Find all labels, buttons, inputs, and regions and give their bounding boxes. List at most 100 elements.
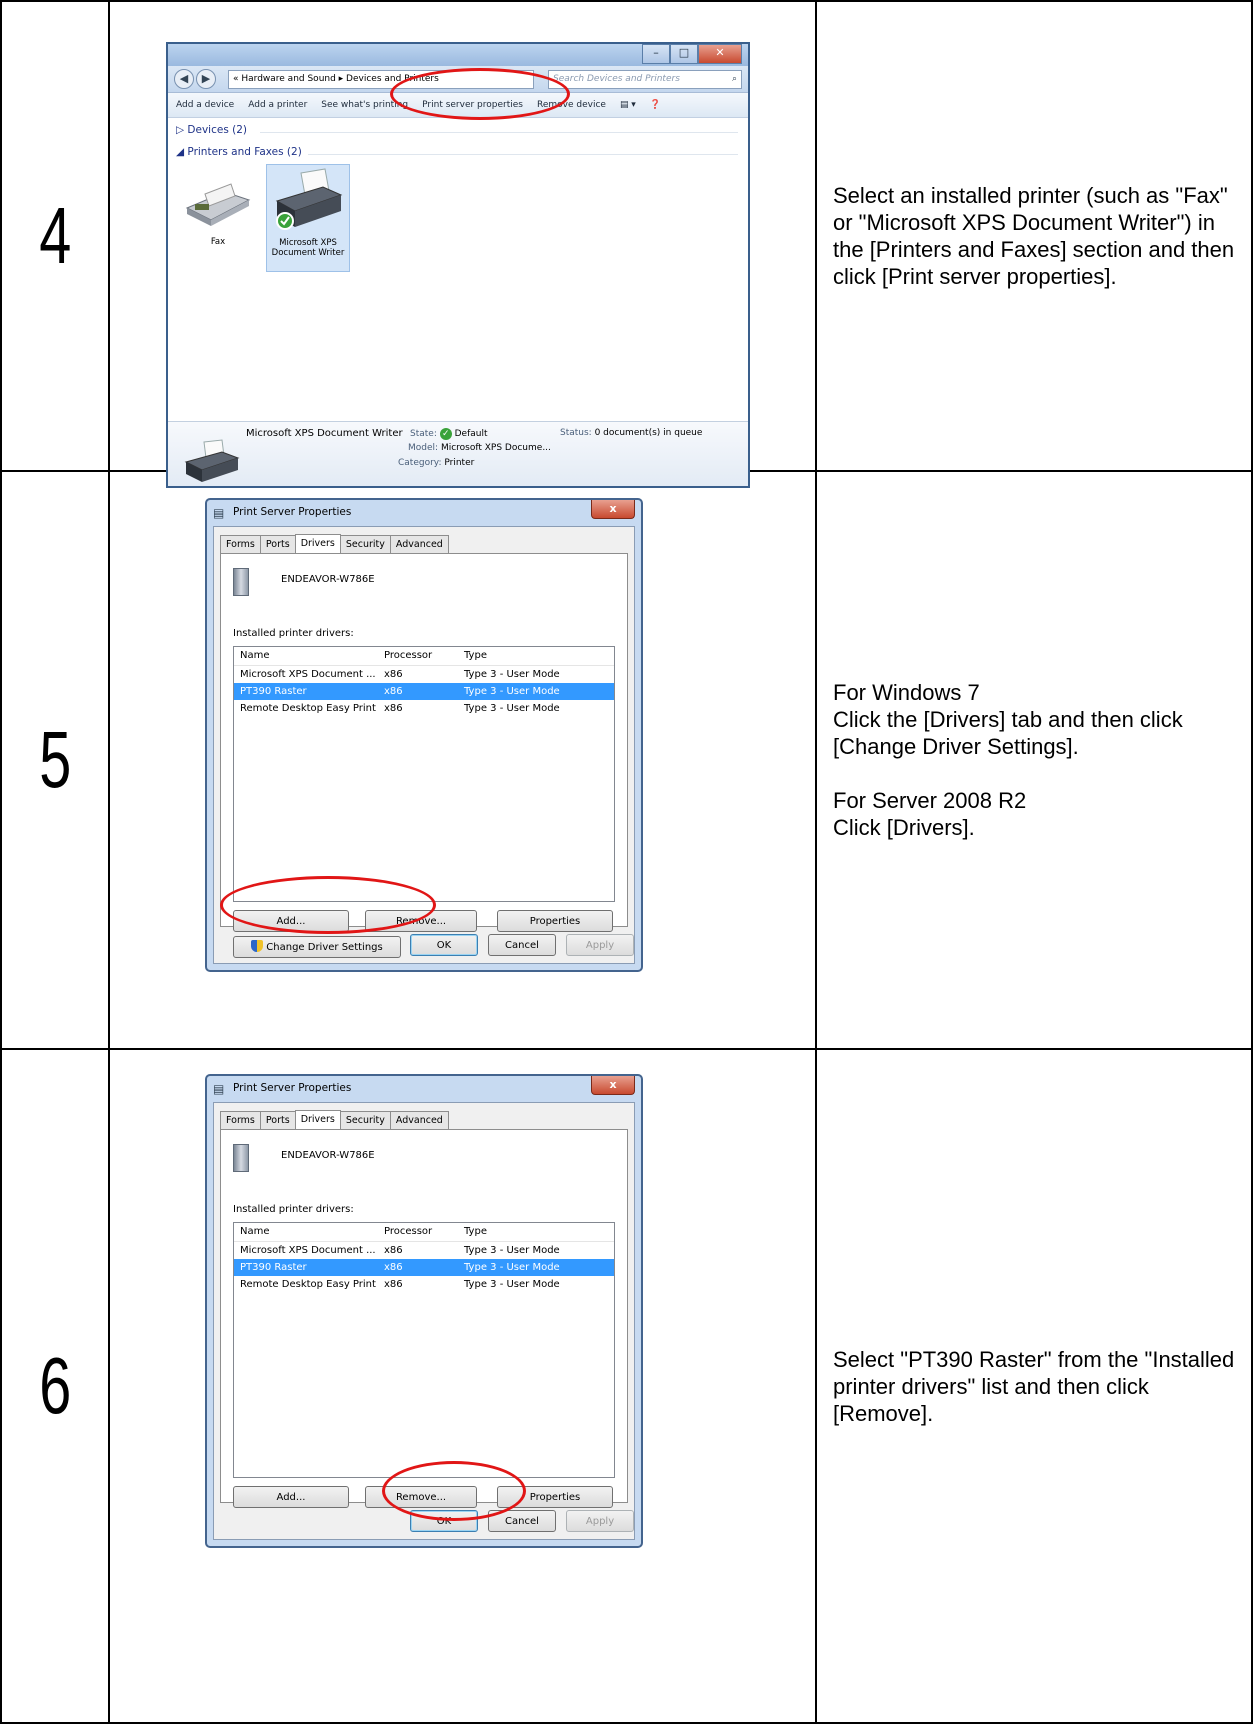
close-button[interactable]: ✕ — [698, 44, 742, 64]
driver-name: PT390 Raster — [240, 1262, 307, 1273]
drivers-list[interactable]: Name Processor Type Microsoft XPS Docume… — [233, 1222, 615, 1478]
help-icon[interactable]: ❓ — [650, 100, 661, 110]
printer-icon: ▤ — [213, 506, 225, 520]
highlight-circle — [220, 876, 436, 934]
add-printer-command[interactable]: Add a printer — [248, 100, 307, 110]
category-value: Printer — [444, 458, 475, 468]
description-text: Select an installed printer (such as "Fa… — [833, 183, 1235, 289]
tab-advanced[interactable]: Advanced — [389, 1111, 449, 1129]
tab-advanced[interactable]: Advanced — [389, 535, 449, 553]
uac-shield-icon — [251, 940, 264, 952]
driver-type: Type 3 - User Mode — [464, 669, 560, 680]
step-number: 4 — [38, 191, 72, 280]
printer-icon: ▤ — [213, 1082, 225, 1096]
state-value: Default — [454, 429, 488, 439]
cancel-button[interactable]: Cancel — [488, 934, 556, 956]
list-header: Name Processor Type — [234, 647, 614, 666]
printers-group-header[interactable]: ◢ Printers and Faxes (2) — [176, 146, 302, 158]
maximize-button[interactable]: □ — [670, 44, 698, 64]
model-value: Microsoft XPS Docume... — [440, 443, 551, 453]
apply-button[interactable]: Apply — [566, 1510, 634, 1532]
add-device-command[interactable]: Add a device — [176, 100, 234, 110]
tab-drivers[interactable]: Drivers — [294, 1110, 341, 1130]
close-button[interactable]: x — [591, 1076, 635, 1095]
tab-drivers[interactable]: Drivers — [294, 534, 341, 554]
column-header-type[interactable]: Type — [464, 650, 487, 661]
driver-type: Type 3 - User Mode — [464, 1279, 560, 1290]
driver-name: Microsoft XPS Document ... — [240, 669, 376, 680]
driver-name: Microsoft XPS Document ... — [240, 1245, 376, 1256]
change-driver-settings-button[interactable]: Change Driver Settings — [233, 936, 401, 958]
step-description: Select "PT390 Raster" from the "Installe… — [815, 1048, 1253, 1724]
tab-security[interactable]: Security — [339, 535, 391, 553]
tab-strip: Forms Ports Drivers Security Advanced — [220, 533, 449, 554]
ok-button[interactable]: OK — [410, 934, 478, 956]
screenshot-cell: ▤ Print Server Properties x Forms Ports … — [108, 470, 817, 1050]
tab-security[interactable]: Security — [339, 1111, 391, 1129]
description-gap — [833, 760, 1237, 787]
printer-xps[interactable]: Microsoft XPS Document Writer — [266, 164, 350, 272]
list-item[interactable]: PT390 Raster x86 Type 3 - User Mode — [234, 683, 614, 700]
driver-name: Remote Desktop Easy Print — [240, 703, 376, 714]
list-item[interactable]: Microsoft XPS Document ... x86 Type 3 - … — [234, 666, 614, 683]
drivers-tab-panel: ENDEAVOR-W786E Installed printer drivers… — [220, 1129, 628, 1508]
column-header-processor[interactable]: Processor — [384, 1226, 432, 1237]
step-number: 5 — [38, 715, 72, 804]
column-header-name[interactable]: Name — [240, 650, 270, 661]
screenshot-cell: ▤ Print Server Properties x Forms Ports … — [108, 1048, 817, 1724]
driver-type: Type 3 - User Mode — [464, 703, 560, 714]
driver-type: Type 3 - User Mode — [464, 686, 560, 697]
apply-button[interactable]: Apply — [566, 934, 634, 956]
search-icon: ⌕ — [731, 74, 737, 84]
close-button[interactable]: x — [591, 500, 635, 519]
category-label: Category: — [398, 458, 442, 468]
forward-arrow-icon[interactable]: ▶ — [196, 69, 216, 89]
printer-fax-label: Fax — [210, 237, 226, 247]
fax-icon — [185, 183, 251, 226]
devices-group-header[interactable]: ▷ Devices (2) — [176, 124, 247, 136]
add-button[interactable]: Add... — [233, 1486, 349, 1508]
printer-icon — [275, 168, 343, 230]
driver-processor: x86 — [384, 703, 403, 714]
divider — [308, 154, 738, 155]
title-bar: – □ ✕ — [168, 44, 748, 66]
tab-forms[interactable]: Forms — [220, 535, 261, 553]
tab-forms[interactable]: Forms — [220, 1111, 261, 1129]
list-item[interactable]: Microsoft XPS Document ... x86 Type 3 - … — [234, 1242, 614, 1259]
list-item[interactable]: Remote Desktop Easy Print x86 Type 3 - U… — [234, 1276, 614, 1293]
search-input[interactable]: Search Devices and Printers ⌕ — [548, 70, 742, 89]
drivers-list[interactable]: Name Processor Type Microsoft XPS Docume… — [233, 646, 615, 902]
search-placeholder: Search Devices and Printers — [553, 74, 680, 84]
list-item[interactable]: PT390 Raster x86 Type 3 - User Mode — [234, 1259, 614, 1276]
installed-drivers-label: Installed printer drivers: — [233, 1204, 354, 1215]
properties-button[interactable]: Properties — [497, 910, 613, 932]
driver-type: Type 3 - User Mode — [464, 1245, 560, 1256]
status-value: 0 document(s) in queue — [594, 428, 703, 438]
printer-xps-label: Microsoft XPS Document Writer — [271, 238, 345, 258]
dialog-title: Print Server Properties — [233, 506, 352, 518]
driver-processor: x86 — [384, 1279, 403, 1290]
highlight-circle — [390, 68, 570, 120]
state-label: State: — [410, 429, 437, 439]
category-row: Category: Printer — [398, 458, 474, 468]
column-header-name[interactable]: Name — [240, 1226, 270, 1237]
column-header-processor[interactable]: Processor — [384, 650, 432, 661]
column-header-type[interactable]: Type — [464, 1226, 487, 1237]
printer-fax[interactable]: Fax — [176, 164, 260, 272]
status-row: Status: 0 document(s) in queue — [560, 428, 702, 438]
installed-drivers-label: Installed printer drivers: — [233, 628, 354, 639]
tab-ports[interactable]: Ports — [259, 1111, 296, 1129]
step-row-6: 6 ▤ Print Server Properties x Forms Port… — [0, 1048, 1253, 1724]
list-item[interactable]: Remote Desktop Easy Print x86 Type 3 - U… — [234, 700, 614, 717]
divider — [260, 132, 738, 133]
back-arrow-icon[interactable]: ◀ — [174, 69, 194, 89]
highlight-circle — [382, 1461, 526, 1521]
model-row: Model: Microsoft XPS Docume... — [408, 443, 551, 453]
minimize-button[interactable]: – — [642, 44, 670, 64]
driver-type: Type 3 - User Mode — [464, 1262, 560, 1273]
driver-name: PT390 Raster — [240, 686, 307, 697]
tab-ports[interactable]: Ports — [259, 535, 296, 553]
server-name: ENDEAVOR-W786E — [281, 1150, 375, 1161]
view-options-icon[interactable]: ▤ ▾ — [620, 100, 636, 110]
drivers-tab-panel: ENDEAVOR-W786E Installed printer drivers… — [220, 553, 628, 958]
